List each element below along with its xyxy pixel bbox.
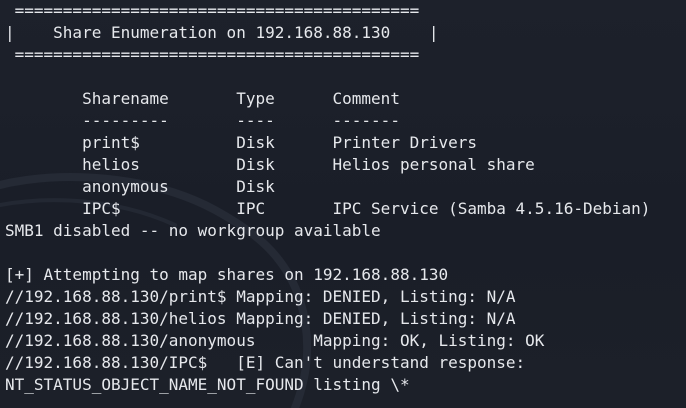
banner-bottom-border: ========================================… — [5, 45, 420, 64]
share-table-header: Sharename Type Comment — [5, 89, 400, 108]
mapping-result-helios: //192.168.88.130/helios Mapping: DENIED,… — [5, 309, 516, 328]
share-row-helios: helios Disk Helios personal share — [5, 155, 535, 174]
banner-top-border: ========================================… — [5, 1, 420, 20]
map-shares-status-line: [+] Attempting to map shares on 192.168.… — [5, 265, 449, 284]
share-table-separator: --------- ---- ------- — [5, 111, 400, 130]
mapping-result-anonymous: //192.168.88.130/anonymous Mapping: OK, … — [5, 331, 545, 350]
mapping-result-ipc: //192.168.88.130/IPC$ [E] Can't understa… — [5, 353, 526, 372]
share-row-print: print$ Disk Printer Drivers — [5, 133, 478, 152]
smb1-status-line: SMB1 disabled -- no workgroup available — [5, 221, 381, 240]
share-row-ipc: IPC$ IPC IPC Service (Samba 4.5.16-Debia… — [5, 199, 651, 218]
error-line: NT_STATUS_OBJECT_NAME_NOT_FOUND listing … — [5, 375, 410, 394]
banner-title: | Share Enumeration on 192.168.88.130 | — [5, 23, 439, 42]
mapping-result-print: //192.168.88.130/print$ Mapping: DENIED,… — [5, 287, 516, 306]
terminal-window[interactable]: ========================================… — [0, 0, 686, 408]
share-row-anonymous: anonymous Disk — [5, 177, 275, 196]
